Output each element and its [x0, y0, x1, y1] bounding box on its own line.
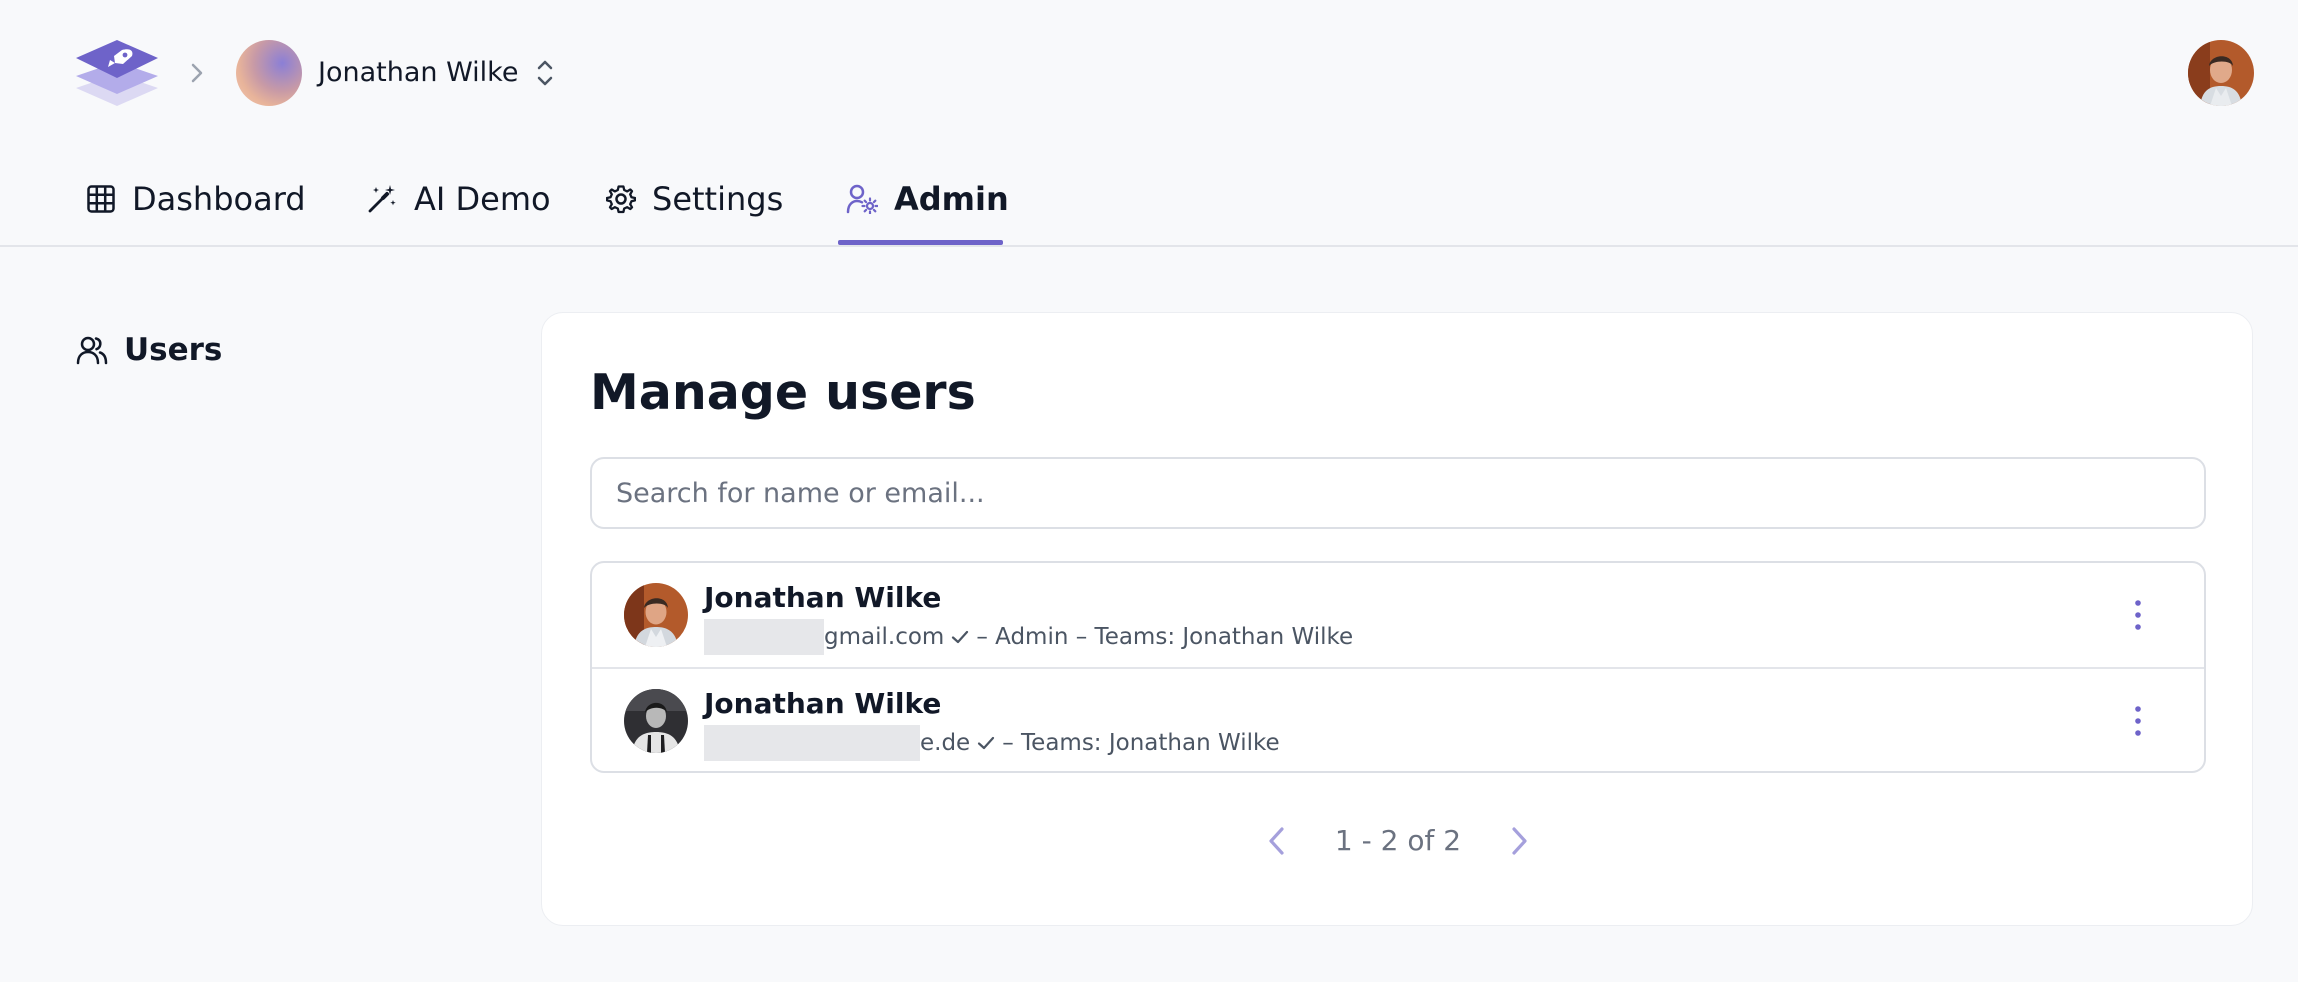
gear-icon	[606, 184, 636, 213]
user-meta: e.de – Teams: Jonathan Wilke	[704, 725, 1280, 761]
manage-users-card: Manage users Jonathan Wilke gmail.com	[541, 312, 2253, 926]
chevron-right-icon	[186, 60, 208, 86]
sidebar-item-users[interactable]: Users	[76, 328, 222, 372]
user-email: e.de	[920, 730, 971, 756]
search-input[interactable]	[590, 457, 2206, 529]
user-row[interactable]: Jonathan Wilke gmail.com – Admin – Teams…	[592, 563, 2204, 667]
active-tab-indicator	[838, 240, 1003, 245]
user-meta: gmail.com – Admin – Teams: Jonathan Wilk…	[704, 619, 1353, 655]
user-menu-avatar[interactable]	[2188, 40, 2254, 106]
user-avatar	[624, 583, 688, 647]
pagination-label: 1 - 2 of 2	[1334, 824, 1462, 857]
tab-dashboard-label: Dashboard	[132, 179, 306, 218]
user-details: – Admin – Teams: Jonathan Wilke	[976, 624, 1354, 650]
tab-ai-demo-label: AI Demo	[414, 179, 551, 218]
page-title: Manage users	[590, 364, 976, 421]
more-vertical-icon[interactable]	[2128, 703, 2148, 739]
user-details: – Teams: Jonathan Wilke	[1002, 730, 1280, 756]
user-name: Jonathan Wilke	[704, 581, 942, 614]
user-email: gmail.com	[824, 624, 945, 650]
tab-settings-label: Settings	[652, 179, 784, 218]
users-icon	[76, 336, 108, 365]
pagination: 1 - 2 of 2	[542, 811, 2254, 871]
team-name[interactable]: Jonathan Wilke	[318, 55, 518, 91]
tab-admin-label: Admin	[894, 179, 1009, 218]
sidebar-item-users-label: Users	[124, 332, 223, 368]
magic-wand-icon	[368, 184, 396, 212]
chevrons-up-down-icon[interactable]	[534, 56, 556, 90]
app-logo-icon[interactable]	[74, 36, 160, 112]
users-list: Jonathan Wilke gmail.com – Admin – Teams…	[590, 561, 2206, 773]
grid-icon	[87, 184, 115, 213]
chevron-left-icon[interactable]	[1262, 821, 1292, 861]
check-icon	[952, 630, 969, 644]
redacted-email	[704, 725, 920, 761]
main-nav-tabs: Dashboard AI Demo Settings Admin	[0, 150, 2298, 247]
tab-ai-demo[interactable]: AI Demo	[366, 150, 551, 247]
tab-dashboard[interactable]: Dashboard	[86, 150, 306, 247]
redacted-email	[704, 619, 824, 655]
team-avatar[interactable]	[236, 40, 302, 106]
tab-settings[interactable]: Settings	[606, 150, 783, 247]
tab-admin[interactable]: Admin	[846, 150, 1009, 247]
check-icon	[978, 736, 995, 750]
more-vertical-icon[interactable]	[2128, 597, 2148, 633]
user-avatar	[624, 689, 688, 753]
user-name: Jonathan Wilke	[704, 687, 942, 720]
user-cog-icon	[846, 184, 878, 214]
top-bar: Jonathan Wilke	[0, 0, 2298, 150]
chevron-right-icon[interactable]	[1504, 821, 1534, 861]
user-row[interactable]: Jonathan Wilke e.de – Teams: Jonathan Wi…	[592, 667, 2204, 771]
